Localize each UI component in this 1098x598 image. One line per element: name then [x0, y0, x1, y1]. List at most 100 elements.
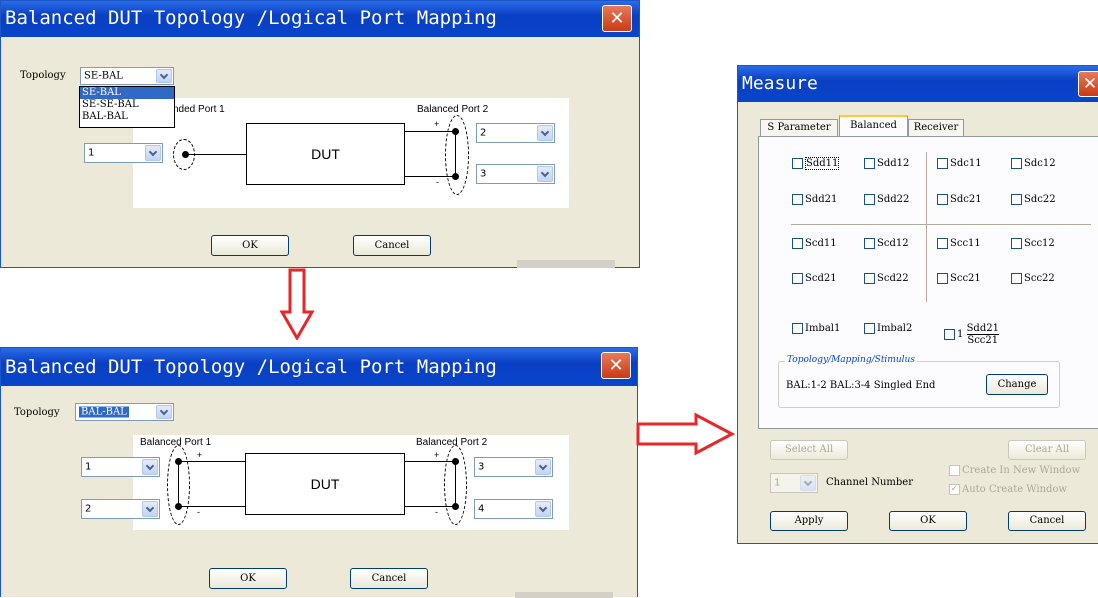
tab-panel: Sdd11 Sdd12 Sdc11 Sdc12 Sdd21 Sdd22 Sdc2…	[758, 136, 1098, 429]
dut-box: DUT	[246, 123, 405, 185]
topology-select[interactable]: SE-BAL	[80, 67, 174, 85]
window-title: Measure	[742, 73, 818, 94]
arrow-down-icon	[279, 268, 315, 340]
topology-option-bal-bal[interactable]: BAL-BAL	[80, 111, 174, 123]
title-bar: Measure ✕	[738, 66, 1098, 102]
dut-box: DUT	[245, 453, 405, 515]
balanced-port-group	[167, 445, 190, 525]
topology-option-se-se-bal[interactable]: SE-SE-BAL	[80, 99, 174, 111]
checkbox-sdd12[interactable]: Sdd12	[864, 158, 909, 169]
title-bar: Balanced DUT Topology /Logical Port Mapp…	[1, 348, 637, 386]
chevron-down-icon[interactable]	[535, 459, 551, 475]
minus-sign: -	[436, 177, 439, 187]
checkbox-scc22[interactable]: Scc22	[1011, 273, 1055, 284]
topology-dialog-bal-bal: Balanced DUT Topology /Logical Port Mapp…	[0, 347, 638, 598]
close-icon: ✕	[608, 355, 624, 376]
topology-label: Topology	[14, 407, 60, 418]
topology-select[interactable]: BAL-BAL	[75, 403, 174, 421]
close-button[interactable]: ✕	[602, 5, 632, 32]
checkbox-cmrr[interactable]: 1 Sdd21 Scc21	[944, 323, 999, 346]
chevron-down-icon[interactable]	[142, 501, 158, 517]
channel-number-label: Channel Number	[826, 477, 914, 488]
single-port-group	[173, 139, 195, 170]
checkbox-sdc12[interactable]: Sdc12	[1011, 158, 1056, 169]
checkbox-auto-create-window[interactable]: ✓ Auto Create Window	[949, 484, 1067, 495]
checkbox-sdc21[interactable]: Sdc21	[937, 194, 982, 205]
chevron-down-icon[interactable]	[156, 69, 172, 83]
group-title: Topology/Mapping/Stimulus	[785, 355, 917, 365]
topology-diagram: nded Port 1 Balanced Port 2 DUT + -	[133, 98, 569, 208]
plus-sign: +	[434, 119, 440, 129]
tab-s-parameter[interactable]: S Parameter	[760, 119, 838, 136]
cancel-button[interactable]: Cancel	[1008, 511, 1086, 531]
checkbox-scc21[interactable]: Scc21	[937, 273, 981, 284]
port-2-plus-select[interactable]: 3	[474, 457, 553, 477]
ok-button[interactable]: OK	[889, 511, 967, 531]
balanced-port-group	[445, 115, 469, 195]
tab-receiver[interactable]: Receiver	[908, 119, 964, 136]
ok-button[interactable]: OK	[209, 568, 287, 589]
port-1-select[interactable]: 1	[84, 143, 163, 163]
status-fragment	[517, 260, 615, 268]
minus-sign: -	[435, 507, 438, 517]
cancel-button[interactable]: Cancel	[350, 568, 428, 589]
plus-sign: +	[197, 450, 203, 460]
checkbox-sdd22[interactable]: Sdd22	[864, 194, 909, 205]
topology-text: BAL:1-2 BAL:3-4 Singled End	[786, 380, 936, 391]
chevron-down-icon[interactable]	[537, 125, 553, 141]
close-icon: ✕	[609, 8, 625, 29]
change-button[interactable]: Change	[986, 374, 1048, 395]
balanced-port-group	[444, 445, 467, 525]
close-button[interactable]: ✕	[1078, 71, 1098, 97]
topology-group: Topology/Mapping/Stimulus BAL:1-2 BAL:3-…	[778, 355, 1060, 408]
checkbox-create-in-new-window[interactable]: Create In New Window	[949, 465, 1080, 476]
plus-sign: +	[434, 450, 440, 460]
checkbox-scd11[interactable]: Scd11	[792, 238, 837, 249]
chevron-down-icon[interactable]	[142, 459, 158, 475]
topology-dropdown-list[interactable]: SE-BAL SE-SE-BAL BAL-BAL	[79, 86, 175, 128]
clear-all-button[interactable]: Clear All	[1008, 440, 1086, 460]
close-icon: ✕	[1082, 74, 1098, 94]
checkbox-sdc11[interactable]: Sdc11	[937, 158, 982, 169]
port-1-plus-select[interactable]: 1	[81, 457, 160, 477]
cancel-button[interactable]: Cancel	[353, 235, 431, 256]
grid-divider	[791, 224, 1091, 225]
chevron-down-icon[interactable]	[537, 166, 553, 182]
topology-dialog-se-bal: Balanced DUT Topology /Logical Port Mapp…	[0, 0, 640, 268]
select-all-button[interactable]: Select All	[770, 440, 848, 460]
grid-divider	[926, 152, 927, 302]
port-2-minus-select[interactable]: 3	[476, 164, 555, 184]
measure-dialog: Measure ✕ S Parameter Balanced Receiver …	[737, 65, 1098, 544]
chevron-down-icon[interactable]	[145, 145, 161, 161]
checkbox-sdd11[interactable]: Sdd11	[792, 157, 840, 170]
chevron-down-icon[interactable]	[156, 405, 172, 419]
checkbox-scd22[interactable]: Scd22	[864, 273, 909, 284]
chevron-down-icon[interactable]	[800, 475, 816, 491]
checkbox-scd21[interactable]: Scd21	[792, 273, 837, 284]
topology-option-se-bal[interactable]: SE-BAL	[80, 87, 174, 99]
ok-button[interactable]: OK	[211, 235, 289, 256]
port-2-label: Balanced Port 2	[417, 104, 489, 115]
topology-label: Topology	[20, 70, 66, 81]
close-button[interactable]: ✕	[601, 352, 631, 379]
title-bar: Balanced DUT Topology /Logical Port Mapp…	[1, 1, 639, 37]
checkbox-sdc22[interactable]: Sdc22	[1011, 194, 1056, 205]
tab-balanced[interactable]: Balanced	[839, 115, 908, 137]
window-title: Balanced DUT Topology /Logical Port Mapp…	[5, 356, 497, 378]
window-title: Balanced DUT Topology /Logical Port Mapp…	[5, 7, 497, 29]
checkbox-scd12[interactable]: Scd12	[864, 238, 909, 249]
minus-sign: -	[197, 507, 200, 517]
checkbox-scc12[interactable]: Scc12	[1011, 238, 1055, 249]
chevron-down-icon[interactable]	[535, 501, 551, 517]
apply-button[interactable]: Apply	[770, 511, 848, 531]
checkbox-imbal2[interactable]: Imbal2	[864, 323, 912, 334]
checkbox-imbal1[interactable]: Imbal1	[792, 323, 840, 334]
checkbox-sdd21[interactable]: Sdd21	[792, 194, 837, 205]
port-2-minus-select[interactable]: 4	[474, 499, 553, 519]
arrow-right-icon	[636, 412, 736, 456]
checkbox-scc11[interactable]: Scc11	[937, 238, 981, 249]
port-1-minus-select[interactable]: 2	[81, 499, 160, 519]
channel-number-select[interactable]: 1	[770, 473, 818, 493]
port-1-label: nded Port 1	[173, 104, 225, 115]
port-2-plus-select[interactable]: 2	[476, 123, 555, 143]
